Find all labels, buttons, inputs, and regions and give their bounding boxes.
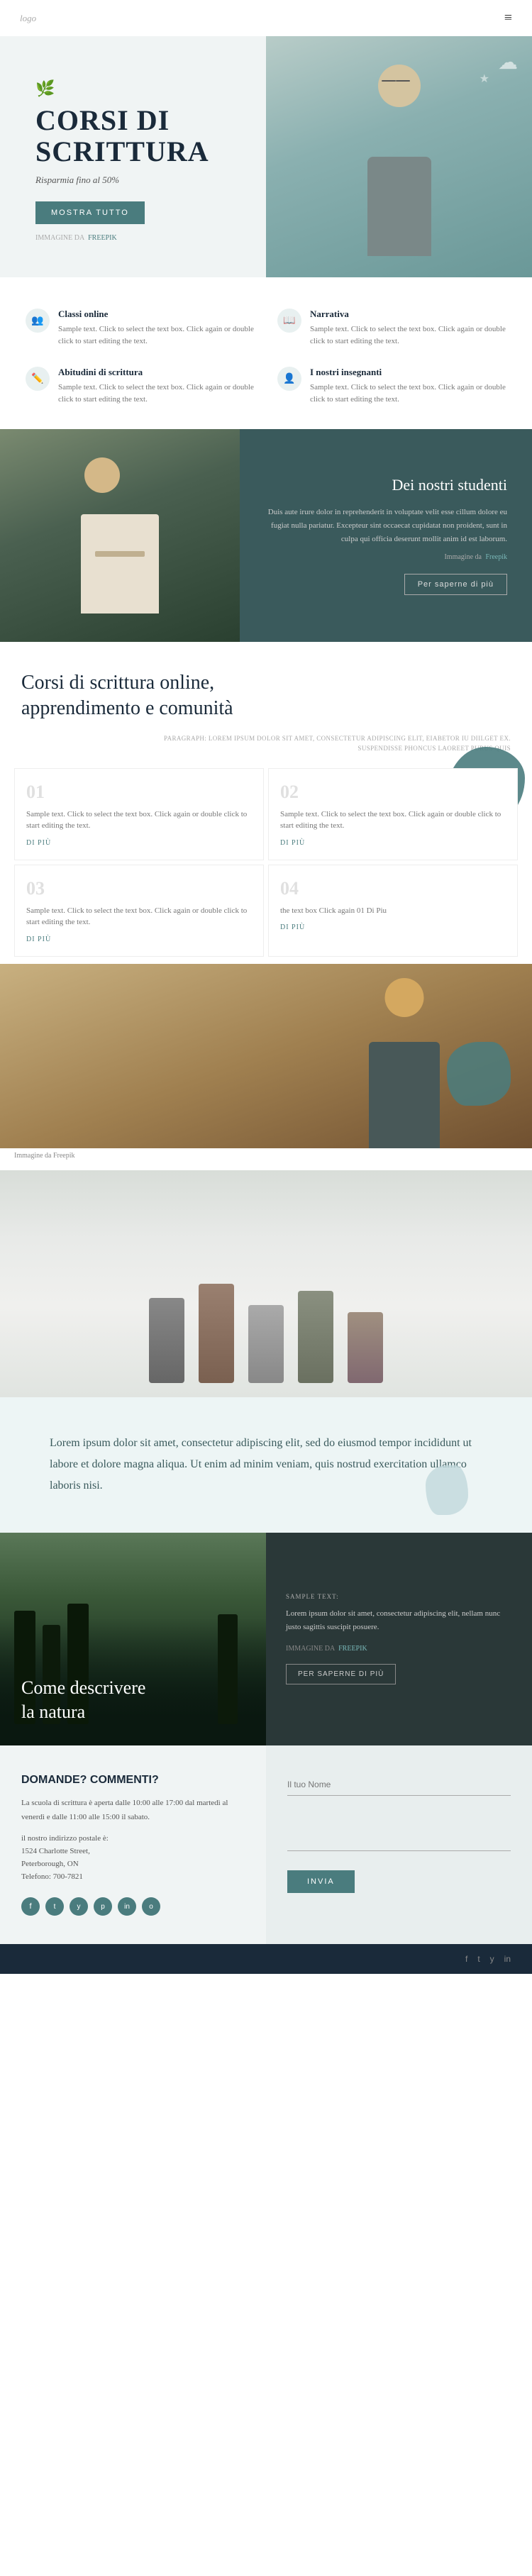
- card-text-03: Sample text. Click to select the text bo…: [26, 905, 252, 928]
- logo: logo: [20, 13, 36, 24]
- numbered-card-02: 02 Sample text. Click to select the text…: [268, 768, 518, 860]
- card-number-03: 03: [26, 878, 252, 899]
- hero-image-credit: IMMAGINE DA FREEPIK: [35, 234, 246, 242]
- card-link-03[interactable]: Di Più: [26, 936, 252, 943]
- social-icon-other[interactable]: o: [142, 1897, 160, 1916]
- hero-left: 🌿 CORSI DI SCRITTURA Risparmia fino al 5…: [0, 36, 266, 277]
- numbered-section: 01 Sample text. Click to select the text…: [0, 761, 532, 1148]
- feature-text-insegnanti: Sample text. Click to select the text bo…: [310, 382, 506, 405]
- hero-right: ☁ ★: [266, 36, 532, 277]
- corsi-main-title: Corsi di scrittura online,apprendimento …: [21, 670, 511, 722]
- corsi-title-section: Corsi di scrittura online,apprendimento …: [0, 642, 532, 761]
- feature-text-online: Sample text. Click to select the text bo…: [58, 323, 255, 347]
- numbered-card-04: 04 the text box Click again 01 Di Piu Di…: [268, 865, 518, 957]
- navigation: logo ≡: [0, 0, 532, 36]
- nature-credit-link[interactable]: FREEPIK: [338, 1645, 367, 1653]
- students-title: Dei nostri studenti: [265, 476, 508, 494]
- nature-section: Come descriverela natura SAMPLE TEXT: Lo…: [0, 1533, 532, 1745]
- contact-title: DOMANDE? COMMENTI?: [21, 1774, 245, 1787]
- social-icon-facebook[interactable]: f: [21, 1897, 40, 1916]
- corsi-paragraph: PARAGRAPH: LOREM IPSUM DOLOR SIT AMET, C…: [21, 733, 511, 754]
- feature-icon-online: 👥: [26, 309, 50, 333]
- hero-credit-link[interactable]: FREEPIK: [88, 234, 117, 242]
- hero-section: 🌿 CORSI DI SCRITTURA Risparmia fino al 5…: [0, 36, 532, 277]
- feature-icon-insegnanti: 👤: [277, 367, 301, 391]
- lorem-section: Lorem ipsum dolor sit amet, consectetur …: [0, 1397, 532, 1533]
- contact-name-input[interactable]: [287, 1774, 511, 1796]
- lorem-text: Lorem ipsum dolor sit amet, consectetur …: [50, 1433, 482, 1497]
- students-section: Dei nostri studenti Duis aute irure dolo…: [0, 429, 532, 642]
- footer-social-twitter[interactable]: t: [477, 1954, 480, 1964]
- social-icon-youtube[interactable]: y: [70, 1897, 88, 1916]
- nature-more-button[interactable]: PER SAPERNE DI PIÙ: [286, 1664, 396, 1684]
- nature-right: SAMPLE TEXT: Lorem ipsum dolor sit amet,…: [266, 1533, 532, 1745]
- numbered-card-03: 03 Sample text. Click to select the text…: [14, 865, 264, 957]
- hero-title: CORSI DI SCRITTURA: [35, 105, 246, 167]
- feature-item-insegnanti: 👤 I nostri insegnanti Sample text. Click…: [266, 357, 518, 415]
- footer-social-linkedin[interactable]: in: [504, 1954, 511, 1964]
- feature-text-abitudini: Sample text. Click to select the text bo…: [58, 382, 255, 405]
- nature-sample-label: SAMPLE TEXT:: [286, 1593, 512, 1600]
- students-content: Dei nostri studenti Duis aute irure dolo…: [240, 429, 532, 642]
- students-credit: Immagine da Freepik: [265, 553, 508, 561]
- numbered-image-credit: Immagine da Freepik: [0, 1148, 532, 1170]
- nature-left: Come descriverela natura: [0, 1533, 266, 1745]
- nature-title: Come descriverela natura: [21, 1676, 245, 1724]
- hero-leaf-icon: 🌿: [35, 79, 246, 98]
- contact-address-line1: 1524 Charlotte Street,: [21, 1845, 245, 1858]
- contact-right: INVIA: [266, 1745, 532, 1944]
- card-text-04: the text box Click again 01 Di Piu: [280, 905, 506, 917]
- lorem-blob: [426, 1465, 468, 1515]
- social-icon-instagram[interactable]: in: [118, 1897, 136, 1916]
- students-image: [0, 429, 240, 642]
- hero-cta-button[interactable]: MOSTRA TUTTO: [35, 201, 145, 224]
- social-icon-twitter[interactable]: t: [45, 1897, 64, 1916]
- nature-right-text: Lorem ipsum dolor sit amet, consectetur …: [286, 1607, 512, 1633]
- nature-credit: IMMAGINE DA FREEPIK: [286, 1645, 512, 1653]
- social-icon-pinterest[interactable]: p: [94, 1897, 112, 1916]
- social-icons-row: f t y p in o: [21, 1897, 245, 1916]
- hamburger-icon[interactable]: ≡: [504, 10, 512, 26]
- contact-left: DOMANDE? COMMENTI? La scuola di scrittur…: [0, 1745, 266, 1944]
- feature-title-narrativa: Narrativa: [310, 309, 506, 320]
- group-photo-section: [0, 1170, 532, 1397]
- footer-social-facebook[interactable]: f: [465, 1954, 467, 1964]
- contact-description: La scuola di scrittura è aperta dalle 10…: [21, 1797, 245, 1825]
- feature-item-online: 👥 Classi online Sample text. Click to se…: [14, 299, 266, 357]
- students-text: Duis aute irure dolor in reprehenderit i…: [265, 506, 508, 545]
- students-credit-link[interactable]: Freepik: [485, 553, 507, 561]
- contact-phone: Telefono: 700-7821: [21, 1871, 245, 1884]
- feature-title-online: Classi online: [58, 309, 255, 320]
- feature-title-insegnanti: I nostri insegnanti: [310, 367, 506, 378]
- footer-social-youtube[interactable]: y: [490, 1954, 494, 1964]
- card-text-02: Sample text. Click to select the text bo…: [280, 809, 506, 832]
- feature-item-abitudini: ✏️ Abitudini di scrittura Sample text. C…: [14, 357, 266, 415]
- students-more-button[interactable]: Per saperne di più: [404, 574, 507, 595]
- card-number-04: 04: [280, 878, 506, 899]
- features-section: 👥 Classi online Sample text. Click to se…: [0, 277, 532, 429]
- nature-content: Come descriverela natura: [21, 1676, 245, 1724]
- card-number-02: 02: [280, 782, 506, 803]
- numbered-card-01: 01 Sample text. Click to select the text…: [14, 768, 264, 860]
- feature-title-abitudini: Abitudini di scrittura: [58, 367, 255, 378]
- contact-message-textarea[interactable]: [287, 1809, 511, 1851]
- teal-blob-bottom: [447, 1042, 511, 1106]
- card-number-01: 01: [26, 782, 252, 803]
- card-link-01[interactable]: Di Più: [26, 839, 252, 847]
- contact-address-label: il nostro indirizzo postale è:: [21, 1834, 245, 1843]
- card-link-02[interactable]: Di Più: [280, 839, 506, 847]
- feature-item-narrativa: 📖 Narrativa Sample text. Click to select…: [266, 299, 518, 357]
- hero-subtitle: Risparmia fino al 50%: [35, 174, 246, 186]
- footer: f t y in: [0, 1944, 532, 1974]
- feature-icon-narrativa: 📖: [277, 309, 301, 333]
- contact-address-line2: Peterborough, ON: [21, 1858, 245, 1871]
- card-link-04[interactable]: Di Più: [280, 923, 506, 931]
- feature-text-narrativa: Sample text. Click to select the text bo…: [310, 323, 506, 347]
- contact-section: DOMANDE? COMMENTI? La scuola di scrittur…: [0, 1745, 532, 1944]
- card-text-01: Sample text. Click to select the text bo…: [26, 809, 252, 832]
- feature-icon-abitudini: ✏️: [26, 367, 50, 391]
- contact-submit-button[interactable]: INVIA: [287, 1870, 355, 1893]
